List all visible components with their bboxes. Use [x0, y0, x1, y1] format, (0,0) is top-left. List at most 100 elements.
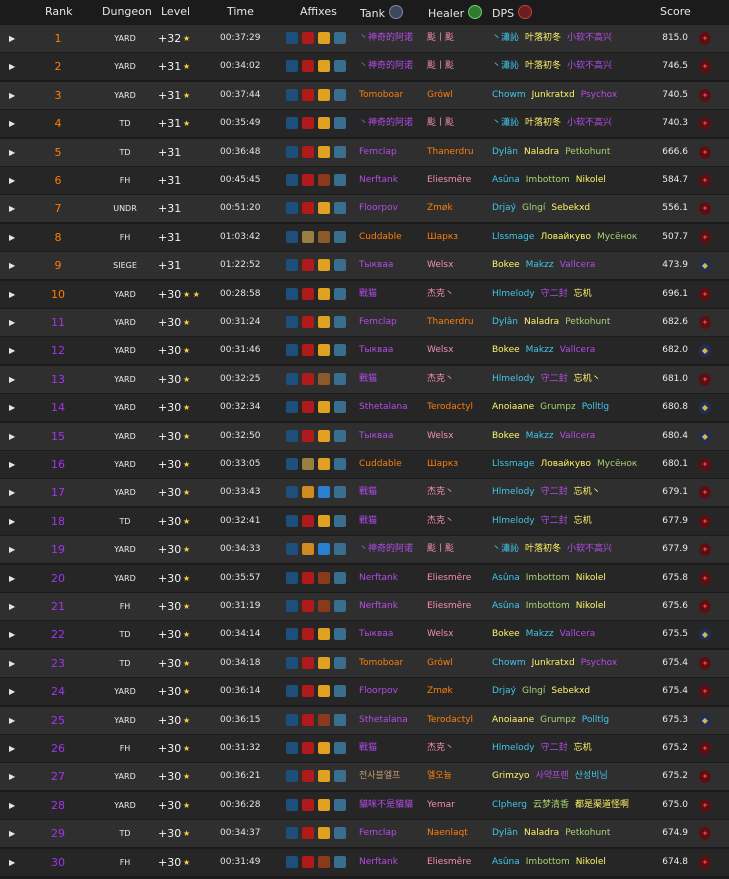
raging-affix-icon[interactable] [318, 32, 330, 44]
raging-affix-icon[interactable] [318, 117, 330, 130]
dps-name[interactable]: 忘机丶 [574, 487, 601, 497]
dps-name[interactable]: 小软不高兴 [567, 118, 612, 128]
dps-name[interactable]: Llssmage [492, 459, 534, 469]
table-row[interactable]: ▶ 14 YARD +30 ★ 00:32:34 Sthetalana Terodactyl A… [0, 394, 729, 422]
expand-arrow-icon[interactable]: ▶ [9, 252, 15, 279]
expand-arrow-icon[interactable]: ▶ [9, 763, 15, 790]
header-level[interactable]: Level [161, 5, 190, 18]
table-row[interactable]: ▶ 4 TD +31 ★ 00:35:49 丶神奇的阿诺 颩丨颩 丶瀟訫 叶落初冬 小软不高兴 740… [0, 110, 729, 138]
dps-name[interactable]: 叶落初冬 [525, 544, 561, 554]
dungeon-cell[interactable]: YARD [105, 565, 145, 592]
healer-name[interactable]: 杰克丶 [427, 366, 454, 393]
inspiring-affix-icon[interactable] [334, 458, 346, 470]
bolstering-affix-icon[interactable] [302, 259, 314, 272]
expand-arrow-icon[interactable]: ▶ [9, 451, 15, 478]
bolstering-affix-icon[interactable] [302, 316, 314, 328]
dps-name[interactable]: 守二封 [541, 487, 568, 497]
dungeon-cell[interactable]: YARD [105, 337, 145, 364]
inspiring-affix-icon[interactable] [334, 145, 346, 158]
dps-name[interactable]: Polltlg [582, 715, 609, 725]
healer-name[interactable]: Zmøk [427, 195, 453, 222]
header-time[interactable]: Time [227, 5, 254, 18]
tank-name[interactable]: Cuddable [359, 451, 402, 478]
dps-name[interactable]: 叶落初冬 [525, 61, 561, 71]
dungeon-cell[interactable]: TD [105, 621, 145, 648]
expand-arrow-icon[interactable]: ▶ [9, 82, 15, 109]
fortified-affix-icon[interactable] [286, 117, 298, 130]
expand-arrow-icon[interactable]: ▶ [9, 139, 15, 166]
dps-name[interactable]: 守二封 [541, 743, 568, 753]
fortified-affix-icon[interactable] [286, 287, 298, 300]
bolstering-affix-icon[interactable] [302, 344, 314, 357]
fortified-affix-icon[interactable] [286, 429, 298, 442]
raging-affix-icon[interactable] [318, 259, 330, 272]
table-row[interactable]: ▶ 12 YARD +30 ★ 00:31:46 Тыкваа Welsx Bokee Makzz… [0, 337, 729, 365]
expand-arrow-icon[interactable]: ▶ [9, 593, 15, 620]
dps-name[interactable]: Hlmelody [492, 374, 535, 384]
healer-name[interactable]: Eliesmêre [427, 565, 471, 592]
dungeon-cell[interactable]: YARD [105, 25, 145, 52]
expand-arrow-icon[interactable]: ▶ [9, 337, 15, 364]
tank-name[interactable]: Тыкваа [359, 337, 393, 364]
table-row[interactable]: ▶ 11 YARD +30 ★ 00:31:24 Femclap Thanerdru Dylân… [0, 309, 729, 336]
dps-name[interactable]: Vallcera [560, 345, 596, 355]
table-row[interactable]: ▶ 26 FH +30 ★ 00:31:32 戰猫 杰克丶 Hlmelody 守二封 忘机 675.2… [0, 735, 729, 762]
table-row[interactable]: ▶ 22 TD +30 ★ 00:34:14 Тыкваа Welsx Bokee Makzz Va… [0, 621, 729, 649]
inspiring-affix-icon[interactable] [334, 259, 346, 272]
inspiring-affix-icon[interactable] [334, 372, 346, 385]
dps-name[interactable]: Ловайкуво [540, 232, 591, 242]
expand-arrow-icon[interactable]: ▶ [9, 707, 15, 734]
dps-name[interactable]: Bokee [492, 345, 520, 355]
fortified-affix-icon[interactable] [286, 713, 298, 726]
raging-affix-icon[interactable] [318, 742, 330, 754]
tank-name[interactable]: 戰猫 [359, 281, 377, 308]
dps-name[interactable]: Dylân [492, 147, 518, 157]
dps-name[interactable]: Llssmage [492, 232, 534, 242]
fortified-affix-icon[interactable] [286, 60, 298, 73]
healer-name[interactable]: 颩丨颩 [427, 110, 454, 137]
dps-name[interactable]: Clpherg [492, 800, 527, 810]
expand-arrow-icon[interactable]: ▶ [9, 621, 15, 648]
dps-name[interactable]: Glngí [522, 203, 545, 213]
tank-name[interactable]: Femclap [359, 309, 397, 336]
raging-affix-icon[interactable] [318, 628, 330, 641]
healer-name[interactable]: 杰克丶 [427, 735, 454, 762]
table-row[interactable]: ▶ 7 UNDR +31 00:51:20 Floorpov Zmøk Drjaý Glngí S… [0, 195, 729, 223]
tank-name[interactable]: 戰猫 [359, 508, 377, 535]
dps-name[interactable]: 丶瀟訫 [492, 33, 519, 43]
expand-arrow-icon[interactable]: ▶ [9, 650, 15, 677]
dungeon-cell[interactable]: FH [105, 224, 145, 251]
inspiring-affix-icon[interactable] [334, 628, 346, 641]
table-row[interactable]: ▶ 19 YARD +30 ★ 00:34:33 丶神奇的阿诺 颩丨颩 丶瀟訫 叶落初冬 小软不高兴… [0, 536, 729, 564]
table-row[interactable]: ▶ 29 TD +30 ★ 00:34:37 Femclap Naenlaqt Dylân Nal… [0, 820, 729, 848]
bolstering-affix-icon[interactable] [302, 458, 314, 470]
tank-name[interactable]: Floorpov [359, 678, 398, 705]
tank-name[interactable]: Sthetalana [359, 707, 408, 734]
fortified-affix-icon[interactable] [286, 88, 298, 101]
dps-name[interactable]: 忘机 [574, 516, 592, 526]
dps-name[interactable]: Naladra [524, 828, 559, 838]
tank-name[interactable]: Nerftank [359, 593, 398, 620]
inspiring-affix-icon[interactable] [334, 855, 346, 868]
raging-affix-icon[interactable] [318, 855, 330, 868]
fortified-affix-icon[interactable] [286, 230, 298, 243]
tank-name[interactable]: Nerftank [359, 167, 398, 194]
bolstering-affix-icon[interactable] [302, 855, 314, 868]
fortified-affix-icon[interactable] [286, 543, 298, 556]
inspiring-affix-icon[interactable] [334, 344, 346, 357]
fortified-affix-icon[interactable] [286, 514, 298, 527]
inspiring-affix-icon[interactable] [334, 571, 346, 584]
inspiring-affix-icon[interactable] [334, 543, 346, 556]
dps-name[interactable]: Dylân [492, 828, 518, 838]
header-dungeon[interactable]: Dungeon [102, 5, 152, 18]
tank-name[interactable]: Тыкваа [359, 621, 393, 648]
bolstering-affix-icon[interactable] [302, 571, 314, 584]
bolstering-affix-icon[interactable] [302, 429, 314, 442]
inspiring-affix-icon[interactable] [334, 88, 346, 101]
table-row[interactable]: ▶ 15 YARD +30 ★ 00:32:50 Тыкваа Welsx Bokee Makzz… [0, 422, 729, 450]
dungeon-cell[interactable]: YARD [105, 423, 145, 450]
healer-name[interactable]: Grówl [427, 82, 453, 109]
dungeon-cell[interactable]: YARD [105, 479, 145, 506]
inspiring-affix-icon[interactable] [334, 600, 346, 612]
header-tank-group[interactable]: Tank [360, 5, 403, 20]
